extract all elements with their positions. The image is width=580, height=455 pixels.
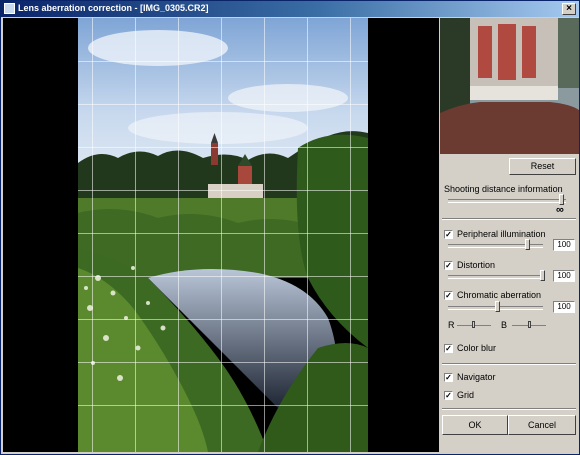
settings-panel: Reset Shooting distance information ∞ ✓ … xyxy=(440,18,579,454)
chromatic-label: Chromatic aberration xyxy=(457,290,542,300)
navigator-image xyxy=(440,18,579,154)
title-bar[interactable]: Lens aberration correction - [IMG_0305.C… xyxy=(1,1,579,17)
grid-label: Grid xyxy=(457,390,475,400)
divider xyxy=(442,218,576,220)
navigator-checkbox[interactable]: ✓ xyxy=(444,373,453,382)
distortion-slider[interactable] xyxy=(540,270,545,281)
chromatic-b-label: B xyxy=(501,320,508,330)
window-title: Lens aberration correction - [IMG_0305.C… xyxy=(18,3,209,13)
distortion-value[interactable]: 100 xyxy=(553,270,575,282)
distortion-label: Distortion xyxy=(457,260,496,270)
chromatic-r-slider[interactable] xyxy=(472,321,475,328)
peripheral-checkbox[interactable]: ✓ xyxy=(444,230,453,239)
image-preview[interactable] xyxy=(3,18,439,452)
distortion-checkbox[interactable]: ✓ xyxy=(444,261,453,270)
lens-correction-window: Lens aberration correction - [IMG_0305.C… xyxy=(0,0,580,455)
ok-button[interactable]: OK xyxy=(442,415,508,435)
chromatic-r-label: R xyxy=(448,320,455,330)
chromatic-b-slider[interactable] xyxy=(528,321,531,328)
peripheral-label: Peripheral illumination xyxy=(457,229,546,239)
infinity-label: ∞ xyxy=(556,204,564,216)
color-blur-label: Color blur xyxy=(457,343,497,353)
chromatic-value[interactable]: 100 xyxy=(553,301,575,313)
navigator-label: Navigator xyxy=(457,372,496,382)
chromatic-checkbox[interactable]: ✓ xyxy=(444,291,453,300)
chromatic-slider[interactable] xyxy=(495,301,500,312)
distortion-track xyxy=(448,275,543,279)
color-blur-checkbox[interactable]: ✓ xyxy=(444,344,453,353)
close-button[interactable]: × xyxy=(562,3,576,15)
navigator-thumbnail[interactable] xyxy=(440,18,579,154)
shooting-distance-track xyxy=(448,199,566,203)
grid-checkbox[interactable]: ✓ xyxy=(444,391,453,400)
grid-overlay xyxy=(78,18,368,452)
app-icon xyxy=(4,3,15,14)
cancel-button[interactable]: Cancel xyxy=(508,415,576,435)
shooting-distance-label: Shooting distance information xyxy=(444,184,563,194)
divider xyxy=(442,408,576,410)
photo xyxy=(78,18,368,452)
peripheral-value[interactable]: 100 xyxy=(553,239,575,251)
divider xyxy=(442,363,576,365)
reset-button[interactable]: Reset xyxy=(509,158,576,175)
peripheral-slider[interactable] xyxy=(525,239,530,250)
